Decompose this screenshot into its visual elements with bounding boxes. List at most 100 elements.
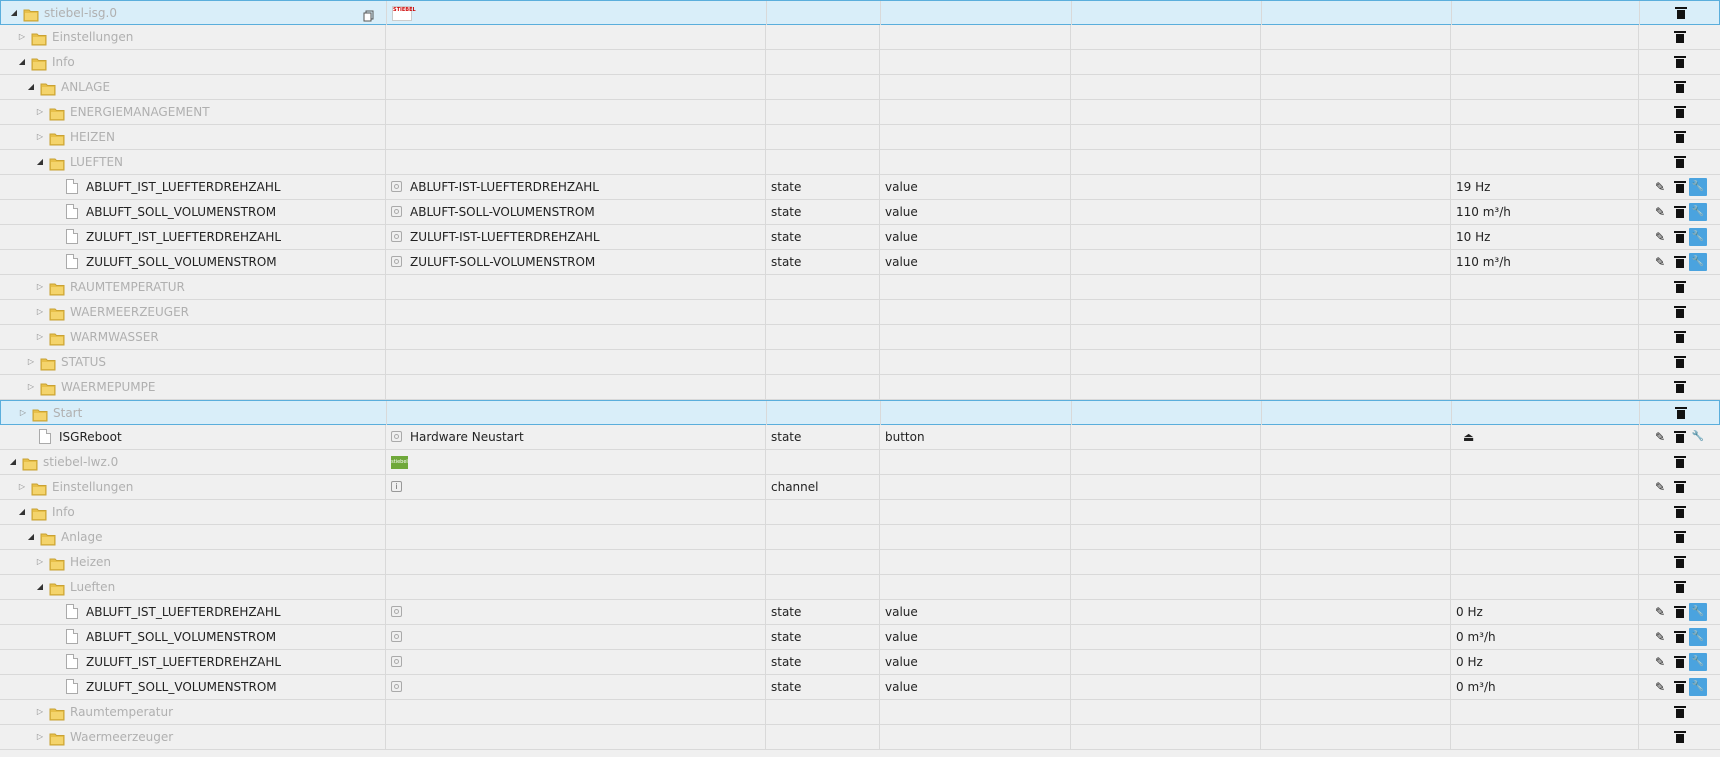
delete-icon[interactable] bbox=[1672, 4, 1690, 22]
collapse-arrow-icon[interactable]: ◢ bbox=[26, 75, 36, 99]
wrench-icon[interactable]: 🔧 bbox=[1689, 678, 1707, 696]
expand-arrow-icon[interactable]: ▷ bbox=[35, 300, 45, 324]
expand-arrow-icon[interactable]: ▷ bbox=[17, 25, 27, 49]
tree-row[interactable]: ◢ Anlage bbox=[0, 525, 1720, 550]
delete-icon[interactable] bbox=[1671, 528, 1689, 546]
tree-row[interactable]: ◢ stiebel-lwz.0 stiebel bbox=[0, 450, 1720, 475]
delete-icon[interactable] bbox=[1671, 128, 1689, 146]
wrench-icon[interactable]: 🔧 bbox=[1689, 203, 1707, 221]
edit-pencil-icon[interactable]: ✎ bbox=[1651, 228, 1669, 246]
expand-arrow-icon[interactable]: ▷ bbox=[35, 700, 45, 724]
delete-icon[interactable] bbox=[1671, 328, 1689, 346]
tree-row[interactable]: ▷ Einstellungen i channel ✎ bbox=[0, 475, 1720, 500]
delete-icon[interactable] bbox=[1672, 404, 1690, 422]
delete-icon[interactable] bbox=[1671, 353, 1689, 371]
tree-row[interactable]: ▷ ENERGIEMANAGEMENT bbox=[0, 100, 1720, 125]
delete-icon[interactable] bbox=[1671, 278, 1689, 296]
expand-arrow-icon[interactable]: ▷ bbox=[35, 550, 45, 574]
delete-icon[interactable] bbox=[1671, 453, 1689, 471]
edit-pencil-icon[interactable]: ✎ bbox=[1651, 253, 1669, 271]
delete-icon[interactable] bbox=[1671, 78, 1689, 96]
collapse-arrow-icon[interactable]: ◢ bbox=[26, 525, 36, 549]
tree-row[interactable]: ISGReboot Hardware Neustart state button ⏏ ✎ 🔧 bbox=[0, 425, 1720, 450]
tree-row[interactable]: ABLUFT_SOLL_VOLUMENSTROM state value 0 m³/h… bbox=[0, 625, 1720, 650]
tree-row[interactable]: ◢ Info bbox=[0, 50, 1720, 75]
collapse-arrow-icon[interactable]: ◢ bbox=[17, 500, 27, 524]
tree-row[interactable]: ◢ LUEFTEN bbox=[0, 150, 1720, 175]
expand-arrow-icon[interactable]: ▷ bbox=[35, 100, 45, 124]
expand-arrow-icon[interactable]: ▷ bbox=[35, 275, 45, 299]
wrench-icon[interactable]: 🔧 bbox=[1689, 653, 1707, 671]
delete-icon[interactable] bbox=[1671, 703, 1689, 721]
tree-row[interactable]: ▷ Waermeerzeuger bbox=[0, 725, 1720, 750]
delete-icon[interactable] bbox=[1671, 728, 1689, 746]
edit-pencil-icon[interactable]: ✎ bbox=[1651, 653, 1669, 671]
edit-pencil-icon[interactable]: ✎ bbox=[1651, 178, 1669, 196]
delete-icon[interactable] bbox=[1671, 428, 1689, 446]
tree-row[interactable]: ZULUFT_SOLL_VOLUMENSTROM state value 0 m³/h… bbox=[0, 675, 1720, 700]
tree-row[interactable]: ▷ Start bbox=[0, 400, 1720, 425]
delete-icon[interactable] bbox=[1671, 103, 1689, 121]
tree-row[interactable]: ◢ Lueften bbox=[0, 575, 1720, 600]
delete-icon[interactable] bbox=[1671, 253, 1689, 271]
tree-row[interactable]: ◢ ANLAGE bbox=[0, 75, 1720, 100]
delete-icon[interactable] bbox=[1671, 578, 1689, 596]
wrench-icon[interactable]: 🔧 bbox=[1689, 253, 1707, 271]
wrench-icon[interactable]: 🔧 bbox=[1689, 178, 1707, 196]
wrench-icon[interactable]: 🔧 bbox=[1689, 628, 1707, 646]
tree-row[interactable]: ▷ Einstellungen bbox=[0, 25, 1720, 50]
value-cell[interactable]: ⏏ bbox=[1450, 425, 1638, 449]
tree-row[interactable]: ZULUFT_IST_LUEFTERDREHZAHL ZULUFT-IST-LUE… bbox=[0, 225, 1720, 250]
delete-icon[interactable] bbox=[1671, 653, 1689, 671]
expand-arrow-icon[interactable]: ▷ bbox=[18, 401, 28, 425]
delete-icon[interactable] bbox=[1671, 628, 1689, 646]
expand-arrow-icon[interactable]: ▷ bbox=[35, 725, 45, 749]
expand-arrow-icon[interactable]: ▷ bbox=[17, 475, 27, 499]
expand-arrow-icon[interactable]: ▷ bbox=[35, 125, 45, 149]
collapse-arrow-icon[interactable]: ◢ bbox=[35, 150, 45, 174]
collapse-arrow-icon[interactable]: ◢ bbox=[17, 50, 27, 74]
tree-row[interactable]: ▷ STATUS bbox=[0, 350, 1720, 375]
tree-row[interactable]: ◢ stiebel-isg.0 STIEBEL bbox=[0, 0, 1720, 25]
tree-row[interactable]: ◢ Info bbox=[0, 500, 1720, 525]
expand-arrow-icon[interactable]: ▷ bbox=[26, 350, 36, 374]
delete-icon[interactable] bbox=[1671, 603, 1689, 621]
delete-icon[interactable] bbox=[1671, 28, 1689, 46]
collapse-arrow-icon[interactable]: ◢ bbox=[8, 450, 18, 474]
expand-arrow-icon[interactable]: ▷ bbox=[26, 375, 36, 399]
collapse-arrow-icon[interactable]: ◢ bbox=[35, 575, 45, 599]
tree-row[interactable]: ▷ HEIZEN bbox=[0, 125, 1720, 150]
delete-icon[interactable] bbox=[1671, 378, 1689, 396]
wrench-icon[interactable]: 🔧 bbox=[1689, 428, 1707, 446]
tree-row[interactable]: ▷ Raumtemperatur bbox=[0, 700, 1720, 725]
edit-pencil-icon[interactable]: ✎ bbox=[1651, 428, 1669, 446]
tree-row[interactable]: ABLUFT_IST_LUEFTERDREHZAHL state value 0 Hz… bbox=[0, 600, 1720, 625]
expand-arrow-icon[interactable]: ▷ bbox=[35, 325, 45, 349]
tree-row[interactable]: ABLUFT_IST_LUEFTERDREHZAHL ABLUFT-IST-LUE… bbox=[0, 175, 1720, 200]
edit-pencil-icon[interactable]: ✎ bbox=[1651, 678, 1669, 696]
wrench-icon[interactable]: 🔧 bbox=[1689, 603, 1707, 621]
delete-icon[interactable] bbox=[1671, 553, 1689, 571]
tree-row[interactable]: ▷ Heizen bbox=[0, 550, 1720, 575]
delete-icon[interactable] bbox=[1671, 303, 1689, 321]
edit-pencil-icon[interactable]: ✎ bbox=[1651, 603, 1669, 621]
delete-icon[interactable] bbox=[1671, 503, 1689, 521]
delete-icon[interactable] bbox=[1671, 478, 1689, 496]
delete-icon[interactable] bbox=[1671, 178, 1689, 196]
delete-icon[interactable] bbox=[1671, 53, 1689, 71]
tree-row[interactable]: ▷ WAERMEPUMPE bbox=[0, 375, 1720, 400]
wrench-icon[interactable]: 🔧 bbox=[1689, 228, 1707, 246]
tree-row[interactable]: ZULUFT_IST_LUEFTERDREHZAHL state value 0 Hz… bbox=[0, 650, 1720, 675]
edit-pencil-icon[interactable]: ✎ bbox=[1651, 628, 1669, 646]
edit-pencil-icon[interactable]: ✎ bbox=[1651, 203, 1669, 221]
tree-row[interactable]: ▷ WARMWASSER bbox=[0, 325, 1720, 350]
delete-icon[interactable] bbox=[1671, 678, 1689, 696]
tree-row[interactable]: ▷ RAUMTEMPERATUR bbox=[0, 275, 1720, 300]
delete-icon[interactable] bbox=[1671, 153, 1689, 171]
delete-icon[interactable] bbox=[1671, 203, 1689, 221]
tree-row[interactable]: ABLUFT_SOLL_VOLUMENSTROM ABLUFT-SOLL-VOLU… bbox=[0, 200, 1720, 225]
tree-row[interactable]: ZULUFT_SOLL_VOLUMENSTROM ZULUFT-SOLL-VOLU… bbox=[0, 250, 1720, 275]
edit-pencil-icon[interactable]: ✎ bbox=[1651, 478, 1669, 496]
delete-icon[interactable] bbox=[1671, 228, 1689, 246]
collapse-arrow-icon[interactable]: ◢ bbox=[9, 1, 19, 25]
